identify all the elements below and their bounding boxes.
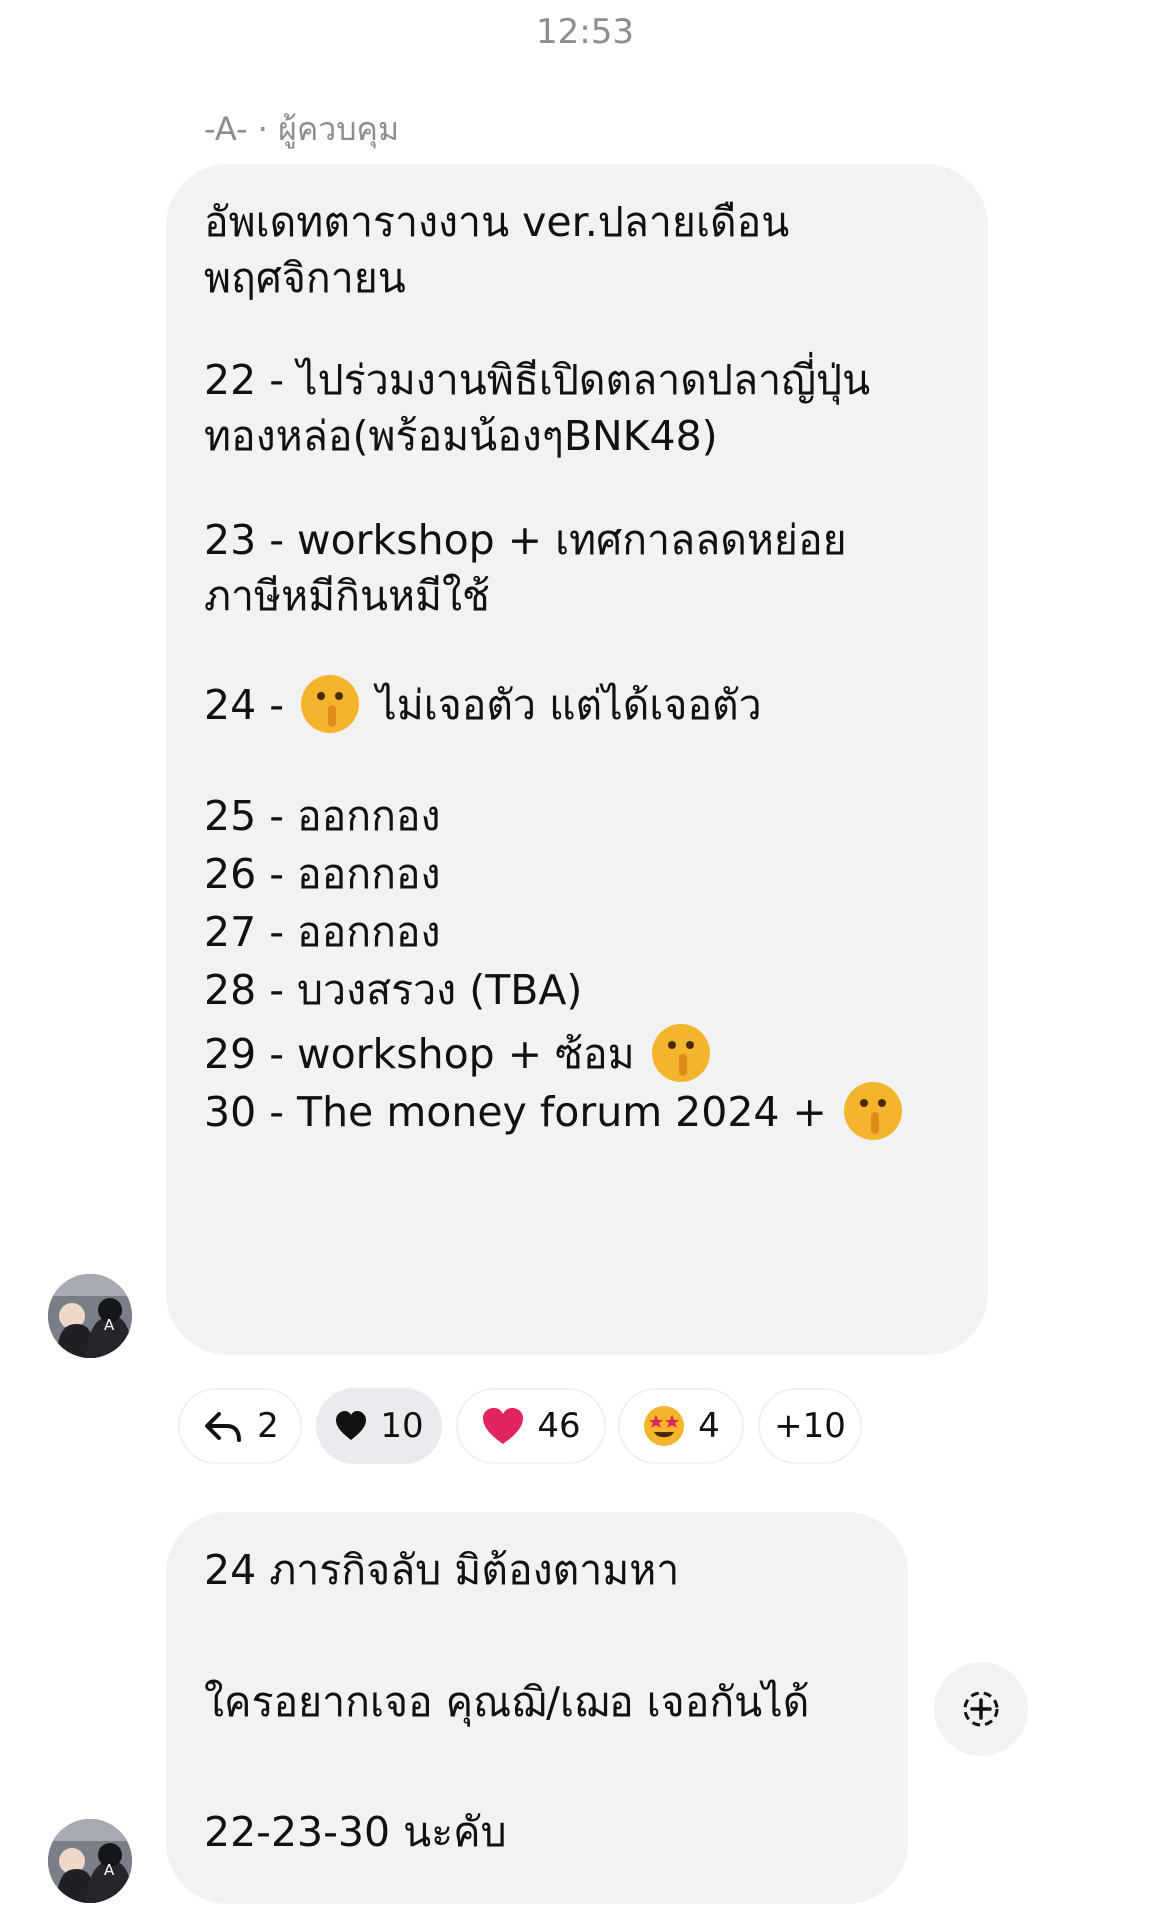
message-line: 27 - ออกกอง (204, 908, 441, 956)
svg-text:A: A (104, 1316, 115, 1334)
reply-icon (205, 1412, 242, 1442)
black-heart-count: 10 (380, 1406, 424, 1446)
star-struck-icon (644, 1406, 685, 1446)
message-line: 23 - workshop + เทศกาลลดหย่อย (204, 516, 847, 564)
shushing-face-icon (301, 675, 360, 733)
svg-text:A: A (104, 1861, 115, 1879)
message-line: 24 - ไม่เจอตัว แต่ได้เจอตัว (204, 675, 762, 737)
add-reaction-button[interactable] (934, 1662, 1028, 1756)
message-line: 29 - workshop + ซ้อม (204, 1024, 714, 1086)
shushing-face-icon (843, 1082, 902, 1140)
reply-count: 2 (257, 1406, 279, 1446)
message-line: ภาษีหมีกินหมีใช้ (204, 572, 490, 620)
message-line: 28 - บวงสรวง (TBA) (204, 966, 583, 1014)
message-line: 25 - ออกกอง (204, 792, 441, 840)
sender-name: -A- · ผู้ควบคุม (204, 110, 400, 148)
message-bubble: อัพเดทตารางงาน ver.ปลายเดือน พฤศจิกายน 2… (166, 164, 988, 1355)
message-line: 22 - ไปร่วมงานพิธีเปิดตลาดปลาญี่ปุ่น (204, 356, 871, 404)
message-bubble: 24 ภารกิจลับ มิต้องตามหา ใครอยากเจอ คุณฌ… (166, 1512, 908, 1904)
avatar[interactable]: A (48, 1819, 132, 1903)
add-reaction-icon (963, 1691, 999, 1727)
shushing-face-icon (651, 1024, 710, 1082)
red-heart-icon (483, 1408, 524, 1444)
message-line-text: 30 - The money forum 2024 + (204, 1088, 827, 1136)
message-line: 24 ภารกิจลับ มิต้องตามหา (204, 1546, 680, 1594)
timestamp: 12:53 (536, 12, 634, 52)
message-line: พฤศจิกายน (204, 254, 406, 302)
message-line: 26 - ออกกอง (204, 850, 441, 898)
message-line: ทองหล่อ(พร้อมน้องๆBNK48) (204, 412, 718, 460)
more-reactions-label: +10 (774, 1406, 846, 1446)
message-line-text: 29 - workshop + ซ้อม (204, 1030, 635, 1078)
message-line-prefix: 24 - (204, 681, 284, 729)
star-struck-count: 4 (698, 1406, 720, 1446)
reply-reaction-button[interactable]: 2 (178, 1388, 302, 1464)
message-line: 30 - The money forum 2024 + (204, 1082, 906, 1144)
red-heart-reaction-button[interactable]: 46 (456, 1388, 606, 1464)
star-struck-reaction-button[interactable]: 4 (618, 1388, 744, 1464)
more-reactions-button[interactable]: +10 (758, 1388, 862, 1464)
message-line: ใครอยากเจอ คุณฌิ/เฌอ เจอกันได้ (204, 1678, 810, 1726)
red-heart-count: 46 (537, 1406, 581, 1446)
message-line-suffix: ไม่เจอตัว แต่ได้เจอตัว (376, 681, 762, 729)
black-heart-reaction-button[interactable]: 10 (316, 1388, 442, 1464)
message-line: 22-23-30 นะคับ (204, 1808, 507, 1856)
avatar[interactable]: A (48, 1274, 132, 1358)
message-line: อัพเดทตารางงาน ver.ปลายเดือน (204, 198, 790, 246)
black-heart-icon (336, 1411, 367, 1440)
